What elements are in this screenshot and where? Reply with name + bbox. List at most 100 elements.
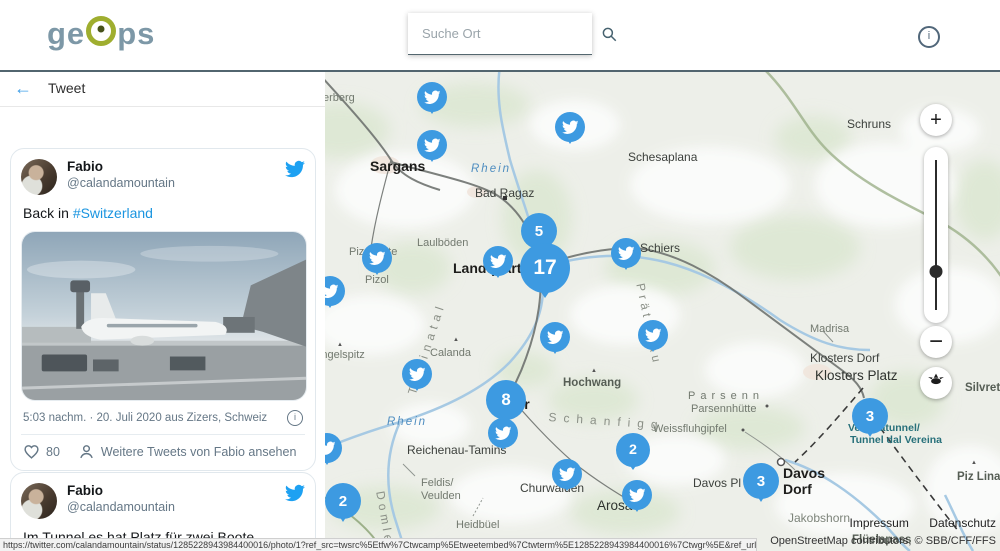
cluster-count: 3 [757,473,765,490]
datenschutz-link[interactable]: Datenschutz [929,516,996,530]
map-cluster-marker[interactable]: 2 [616,433,650,467]
marker-tail [549,345,561,357]
twitter-logo-icon[interactable] [285,483,305,503]
cluster-count: 5 [535,223,543,240]
marker-tail [754,491,768,505]
marker-tail [325,299,336,311]
map-cluster-marker[interactable]: 8 [486,380,526,420]
fly-mode-button[interactable] [920,367,952,399]
twitter-bird-icon [424,89,441,106]
browser-status-bar: https://twitter.com/calandamountain/stat… [0,538,757,551]
tweet-sidebar: ← Tweet Fabio@calandamountainBack in #Sw… [0,70,325,551]
tweet-info-icon[interactable]: i [287,410,303,426]
marker-tail [647,343,659,355]
marker-tail [426,153,438,165]
cluster-count: 8 [501,390,510,410]
zoom-slider-track [935,160,937,310]
map-attribution: Impressum Datenschutz OpenStreetMap cont… [770,513,996,548]
info-button[interactable]: i [918,26,940,48]
marker-tail [561,482,573,494]
person-icon[interactable] [78,443,95,460]
tweet-author[interactable]: Fabio [67,483,175,500]
marker-tail [426,105,438,117]
twitter-bird-icon [547,329,564,346]
app-header: geps i [0,0,1000,72]
map-cluster-marker[interactable]: 3 [852,398,888,434]
impressum-link[interactable]: Impressum [850,516,909,530]
map-tweet-marker[interactable] [611,238,641,268]
sidebar-title: Tweet [48,80,85,96]
map-tweet-marker[interactable] [540,322,570,352]
logo-o-icon [86,16,116,46]
marker-tail [411,382,423,394]
search-box [408,13,592,55]
map[interactable]: erbergSargansRheinRheinBad RagazSchesapl… [325,70,1000,551]
marker-tail [534,282,556,301]
avatar[interactable] [21,159,57,195]
map-cluster-marker[interactable]: 2 [325,483,361,519]
twitter-bird-icon [559,466,576,483]
zoom-in-button[interactable]: + [920,104,952,136]
search-input[interactable] [420,25,600,42]
marker-tail [863,426,877,440]
twitter-bird-icon [325,440,335,457]
tweet-timestamp: 5:03 nachm. · 20. Juli 2020 aus Zizers, … [23,412,267,424]
zoom-slider[interactable] [924,147,948,323]
logo-text-ps: ps [117,16,155,51]
hashtag-link[interactable]: #Switzerland [73,205,153,221]
back-arrow-icon[interactable]: ← [14,79,32,97]
heart-icon[interactable] [23,443,40,460]
map-tweet-marker[interactable] [417,130,447,160]
twitter-bird-icon [424,137,441,154]
geops-logo[interactable]: geps [47,14,155,52]
twitter-bird-icon [645,327,662,344]
tweet-handle[interactable]: @calandamountain [67,176,175,192]
map-tweet-marker[interactable] [483,246,513,276]
twitter-bird-icon [495,425,512,442]
zoom-slider-handle[interactable] [930,265,943,278]
twitter-bird-icon [562,119,579,136]
map-tweet-marker[interactable] [402,359,432,389]
twitter-bird-icon [490,253,507,270]
tweet-text: Back in #Switzerland [23,205,303,221]
marker-tail [631,503,643,515]
marker-tail [371,266,383,278]
search-icon[interactable] [600,25,618,43]
map-tweet-marker[interactable] [362,243,392,273]
marker-tail [564,135,576,147]
marker-tail [336,511,350,525]
marker-tail [497,441,509,453]
marker-tail [620,261,632,273]
twitter-bird-icon [369,250,386,267]
zoom-out-button[interactable]: − [920,326,952,358]
logo-text-ge: ge [47,16,85,51]
map-tweet-marker[interactable] [555,112,585,142]
tweet-list: Fabio@calandamountainBack in #Switzerlan… [0,106,325,551]
tweet-text-segment: Back in [23,205,73,221]
attribution-text: OpenStreetMap contributors, © SBB/CFF/FF… [770,534,996,548]
map-tweet-marker[interactable] [622,480,652,510]
twitter-bird-icon [325,283,338,300]
more-tweets-link[interactable]: Weitere Tweets von Fabio ansehen [101,445,297,459]
fly-icon [927,371,945,395]
twitter-bird-icon [409,366,426,383]
marker-tail [498,411,514,426]
tweet-photo[interactable] [21,231,307,401]
marker-tail [626,460,640,473]
map-tweet-marker[interactable] [552,459,582,489]
map-cluster-marker[interactable]: 3 [743,463,779,499]
cluster-count: 2 [629,442,637,458]
cluster-count: 2 [339,493,347,510]
cluster-count: 17 [533,256,556,280]
tweet-card: Fabio@calandamountain Back in #Switzerlan… [10,148,316,471]
twitter-bird-icon [618,245,635,262]
twitter-logo-icon[interactable] [285,159,305,179]
avatar[interactable] [21,483,57,519]
sidebar-header: ← Tweet [0,70,325,107]
tweet-author[interactable]: Fabio [67,159,175,176]
cluster-count: 3 [866,408,874,425]
tweet-handle[interactable]: @calandamountain [67,500,175,516]
map-tweet-marker[interactable] [417,82,447,112]
map-tweet-marker[interactable] [638,320,668,350]
map-cluster-marker[interactable]: 17 [520,243,570,293]
